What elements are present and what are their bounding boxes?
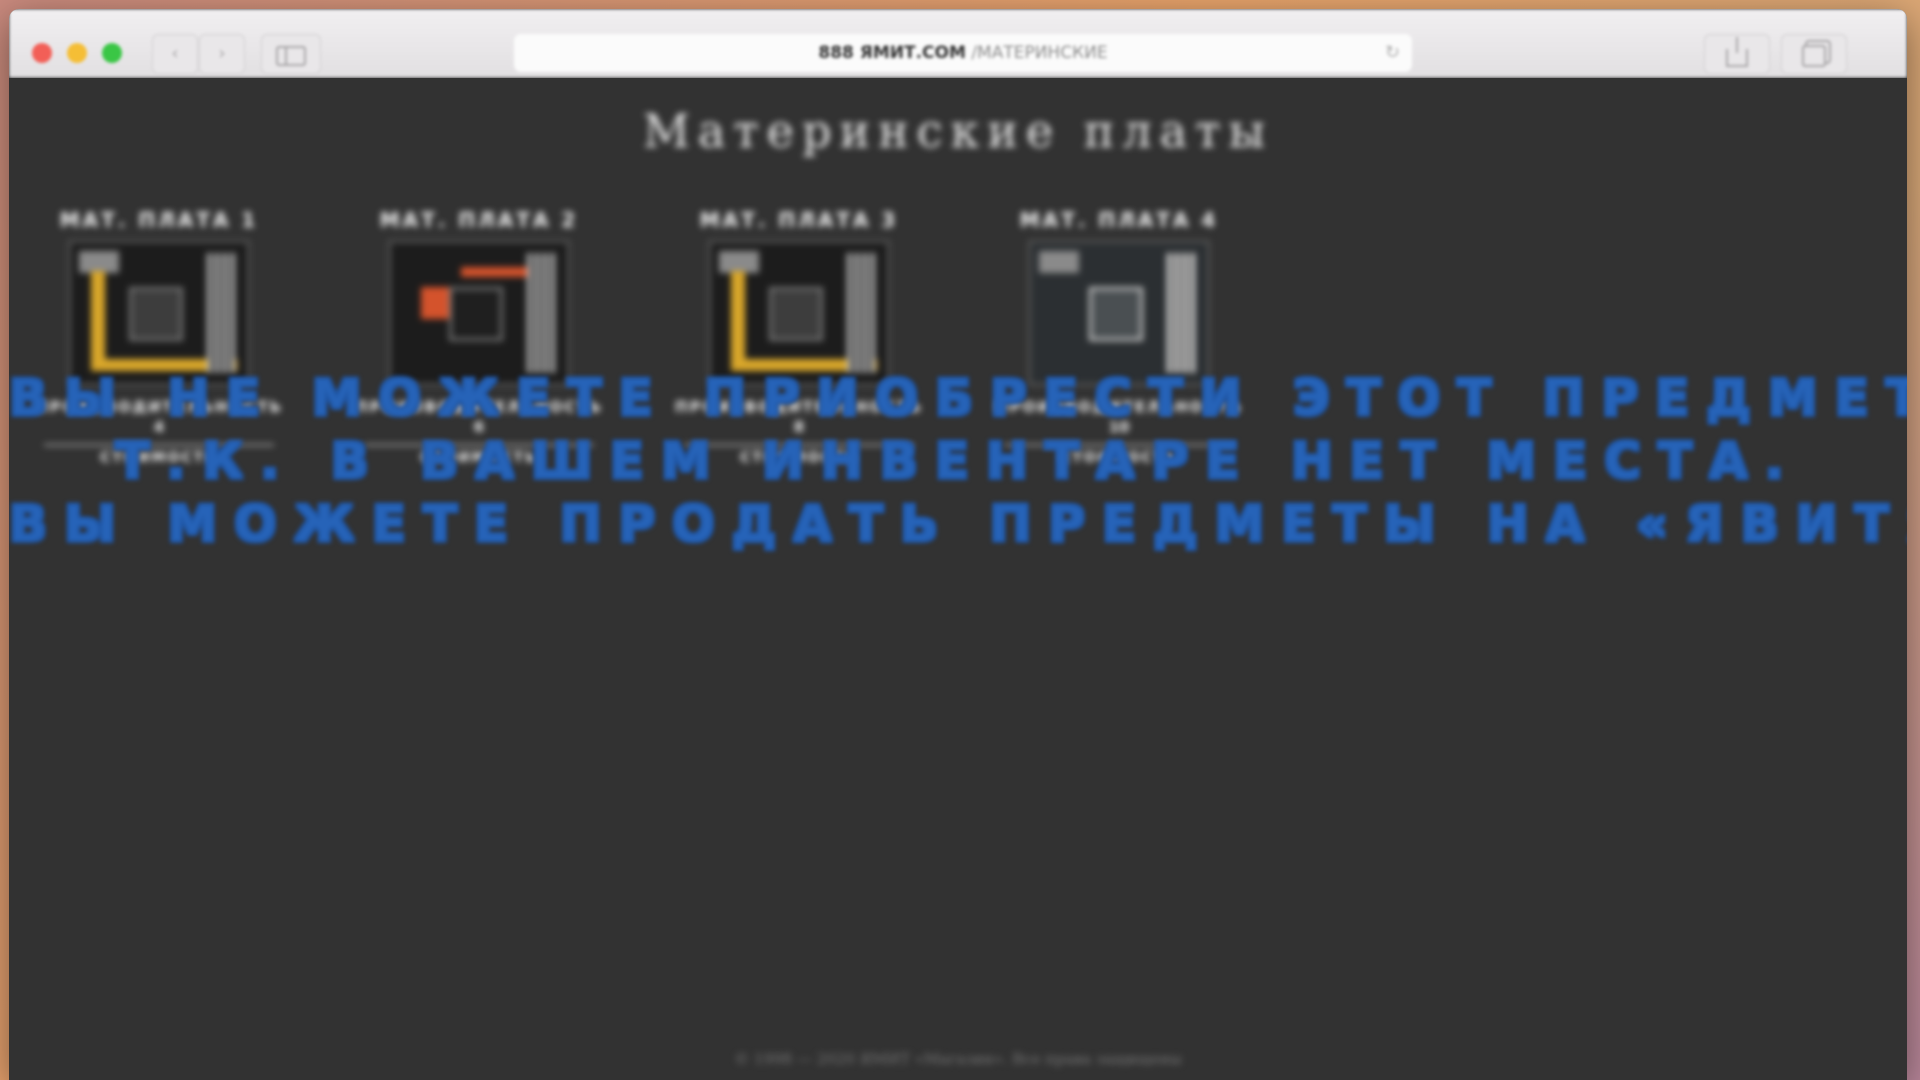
page-content: Материнские платы МАТ. ПЛАТА 1 ПРОИЗВОДИ…: [9, 78, 1907, 1080]
url-path: /МАТЕРИНСКИЕ: [971, 43, 1108, 63]
tab-overview-button[interactable]: [1781, 34, 1847, 74]
share-button[interactable]: [1704, 34, 1770, 74]
message-line-2: Т.К. В ВАШЕМ ИНВЕНТАРЕ НЕТ МЕСТА.: [115, 432, 1801, 490]
product-name: МАТ. ПЛАТА 3: [699, 208, 899, 232]
sidebar-toggle-button[interactable]: [261, 34, 321, 74]
product-name: МАТ. ПЛАТА 1: [59, 208, 259, 232]
close-window-button[interactable]: [32, 43, 52, 63]
motherboard-image: [68, 240, 250, 386]
page-title: Материнские платы: [642, 104, 1274, 158]
product-name: МАТ. ПЛАТА 4: [1019, 208, 1219, 232]
back-button[interactable]: ‹: [152, 34, 198, 74]
maximize-window-button[interactable]: [102, 43, 122, 63]
tabs-icon: [1802, 45, 1826, 67]
page-footer: © 1998 — 2020 ЯМИТ «Магазин». Все права …: [734, 1050, 1182, 1068]
motherboard-image: [388, 240, 570, 386]
chevron-right-icon: ›: [218, 43, 226, 64]
share-icon: [1726, 37, 1748, 67]
reload-icon[interactable]: ↻: [1385, 34, 1400, 72]
motherboard-image: [708, 240, 890, 386]
motherboard-image: [1028, 240, 1210, 386]
inventory-full-message: ВЫ НЕ МОЖЕТЕ ПРИОБРЕСТИ ЭТОТ ПРЕДМЕТ Т.К…: [9, 367, 1907, 556]
browser-toolbar: ‹ › 888 ЯМИТ.COM /МАТЕРИНСКИЕ ↻: [9, 9, 1907, 78]
message-line-1: ВЫ НЕ МОЖЕТЕ ПРИОБРЕСТИ ЭТОТ ПРЕДМЕТ: [9, 369, 1907, 427]
minimize-window-button[interactable]: [67, 43, 87, 63]
url-domain: 888 ЯМИТ.COM: [818, 43, 966, 63]
product-name: МАТ. ПЛАТА 2: [379, 208, 579, 232]
chevron-left-icon: ‹: [171, 43, 179, 64]
forward-button[interactable]: ›: [199, 34, 245, 74]
address-bar[interactable]: 888 ЯМИТ.COM /МАТЕРИНСКИЕ ↻: [514, 34, 1412, 72]
blurred-shop: Материнские платы МАТ. ПЛАТА 1 ПРОИЗВОДИ…: [9, 78, 1907, 1080]
message-line-3: ВЫ МОЖЕТЕ ПРОДАТЬ ПРЕДМЕТЫ НА «ЯВИТЯ»: [9, 495, 1907, 553]
browser-window: ‹ › 888 ЯМИТ.COM /МАТЕРИНСКИЕ ↻ Материнс…: [9, 9, 1907, 1080]
sidebar-icon: [276, 46, 306, 66]
